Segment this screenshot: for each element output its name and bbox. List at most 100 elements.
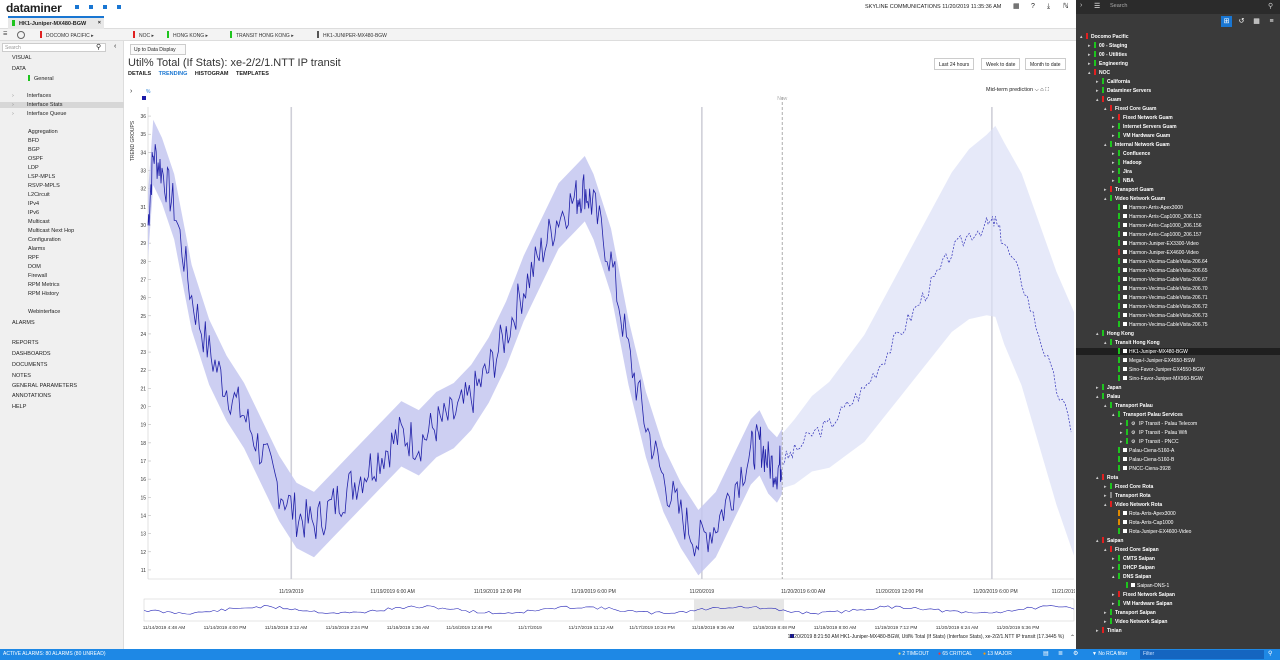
list-icon[interactable]: ≡	[1266, 16, 1277, 27]
search-icon[interactable]: ⚲	[1268, 650, 1272, 657]
tree-node[interactable]: Harmon-Vecima-CableVista-206.64	[1076, 258, 1280, 265]
tiles-icon[interactable]: ▦	[1251, 16, 1262, 27]
series-legend-marker[interactable]	[142, 96, 146, 100]
tree-node[interactable]: ▴ Guam	[1076, 96, 1280, 103]
close-icon[interactable]: ×	[98, 20, 101, 26]
overview-window[interactable]	[694, 599, 784, 621]
tree-node[interactable]: ▸ Jira	[1076, 168, 1280, 175]
tree-node[interactable]: ▴ Video Network Guam	[1076, 195, 1280, 202]
tree-node[interactable]: ▴ Hong Kong	[1076, 330, 1280, 337]
tree-node[interactable]: ▸ NBA	[1076, 177, 1280, 184]
nav-item-dom[interactable]: DOM	[0, 264, 41, 270]
tree-node[interactable]: Harmon-Vecima-CableVista-206.75	[1076, 321, 1280, 328]
tree-node[interactable]: ▸ Confluence	[1076, 150, 1280, 157]
tree-node[interactable]: ▸ ⚙ IP Transit - Palau Telecom	[1076, 420, 1280, 427]
tree-node[interactable]: Harmon-Juniper-EX3300-Video	[1076, 240, 1280, 247]
critical-count[interactable]: ● 65 CRITICAL	[938, 651, 972, 657]
tree-node[interactable]: ▸ Tinian	[1076, 627, 1280, 634]
tree-node[interactable]: ▸ 00 - Utilities	[1076, 51, 1280, 58]
tree-node[interactable]: Palau-Ciena-5160-B	[1076, 456, 1280, 463]
nav-item-bfd[interactable]: BFD	[0, 138, 39, 144]
breadcrumb-item[interactable]: NOC ▸	[133, 31, 154, 39]
chevron-right-icon[interactable]: ›	[12, 111, 15, 117]
tree-node[interactable]: ▴ Saipan	[1076, 537, 1280, 544]
tree-node[interactable]: ▸ 00 - Staging	[1076, 42, 1280, 49]
nav-item-configuration[interactable]: Configuration	[0, 237, 61, 243]
tree-node[interactable]: Harmon-Arris-Apex3000	[1076, 204, 1280, 211]
tree-node[interactable]: Sino-Favor-Juniper-MX960-BGW	[1076, 375, 1280, 382]
expand-icon[interactable]: ›	[130, 88, 133, 95]
search-icon[interactable]: ⚲	[1268, 2, 1273, 10]
tree-node[interactable]: Rota-Arris-Cap1000	[1076, 519, 1280, 526]
surveyor-search-input[interactable]: Search	[1090, 2, 1276, 12]
nav-item-ldp[interactable]: LDP	[0, 165, 39, 171]
tree-node[interactable]: ▸ DHCP Saipan	[1076, 564, 1280, 571]
tree-node[interactable]: PNCC-Ciena-3928	[1076, 465, 1280, 472]
nav-item-help[interactable]: HELP	[0, 404, 26, 410]
nav-item-l2circuit[interactable]: L2Circuit	[0, 192, 50, 198]
nav-item-rpf[interactable]: RPF	[0, 255, 39, 261]
tree-node[interactable]: Mega-I-Juniper-EX4550-BSW	[1076, 357, 1280, 364]
tree-node[interactable]: ▸ Fixed Network Guam	[1076, 114, 1280, 121]
tree-node[interactable]: ▴ Transport Palau Services	[1076, 411, 1280, 418]
app-switcher-dot[interactable]	[117, 5, 121, 9]
app-switcher-dot[interactable]	[89, 5, 93, 9]
nav-item-multicast[interactable]: Multicast	[0, 219, 50, 225]
tree-node[interactable]: ▸ Transport Saipan	[1076, 609, 1280, 616]
tree-node[interactable]: ▴ Fixed Core Saipan	[1076, 546, 1280, 553]
history-icon[interactable]: ↺	[1236, 16, 1247, 27]
tree-node[interactable]: Harmon-Vecima-CableVista-206.70	[1076, 285, 1280, 292]
alarm-filter-input[interactable]: Filter	[1140, 650, 1264, 659]
tree-node[interactable]: ▴ Internal Network Guam	[1076, 141, 1280, 148]
tree-node[interactable]: Harmon-Vecima-CableVista-206.73	[1076, 312, 1280, 319]
tree-node[interactable]: Harmon-Vecima-CableVista-206.67	[1076, 276, 1280, 283]
tree-node[interactable]: Harmon-Vecima-CableVista-206.65	[1076, 267, 1280, 274]
tree-node[interactable]: Harmon-Arris-Cap1000_206.156	[1076, 222, 1280, 229]
tree-node[interactable]: ▸ Engineering	[1076, 60, 1280, 67]
app-switcher-dot[interactable]	[103, 5, 107, 9]
tree-node[interactable]: ▴ Palau	[1076, 393, 1280, 400]
tree-node[interactable]: Rota-Arris-Apex3000	[1076, 510, 1280, 517]
app-switcher-dot[interactable]	[75, 5, 79, 9]
collapse-icon[interactable]: ‹	[114, 43, 116, 50]
tree-node[interactable]: HK1-Juniper-MX480-BGW	[1076, 348, 1280, 355]
tree-node[interactable]: Harmon-Arris-Cap1000_206.157	[1076, 231, 1280, 238]
tree-view-icon[interactable]: ⊞	[1221, 16, 1232, 27]
nav-item-firewall[interactable]: Firewall	[0, 273, 47, 279]
tree-node[interactable]: ▸ VM Hardware Saipan	[1076, 600, 1280, 607]
trend-chart[interactable]: TREND GROUPS% › 11 12 13 14 15 16 17 18 19 20 21 22 23…	[124, 41, 1075, 649]
nav-item-interface-queue[interactable]: › Interface Queue	[0, 111, 66, 117]
tree-node[interactable]: ▴ Transport Palau	[1076, 402, 1280, 409]
tree-node[interactable]: ▴ Transit Hong Kong	[1076, 339, 1280, 346]
back-icon[interactable]	[17, 31, 25, 39]
settings-icon[interactable]: ⚙	[1073, 650, 1078, 657]
tree-node[interactable]: ▸ ⚙ IP Transit - PNCC	[1076, 438, 1280, 445]
breadcrumb-item[interactable]: DOCOMO PACIFIC ▸	[40, 31, 94, 39]
tree-node[interactable]: ▸ Transport Guam	[1076, 186, 1280, 193]
nav-item-ipv4[interactable]: IPv4	[0, 201, 39, 207]
tree-node[interactable]: ▸ Hadoop	[1076, 159, 1280, 166]
nav-item-multicast-next-hop[interactable]: Multicast Next Hop	[0, 228, 74, 234]
breadcrumb-item[interactable]: HONG KONG ▸	[167, 31, 208, 39]
filter-icon[interactable]: ≣	[1058, 650, 1063, 657]
tree-node[interactable]: ▸ Transport Rota	[1076, 492, 1280, 499]
tree-node[interactable]: ▴ Fixed Core Guam	[1076, 105, 1280, 112]
nav-item-bgp[interactable]: BGP	[0, 147, 40, 153]
nav-item-reports[interactable]: REPORTS	[0, 340, 39, 346]
tree-node[interactable]: ▴ Video Network Rota	[1076, 501, 1280, 508]
expand-icon[interactable]: ›	[1080, 2, 1082, 9]
search-icon[interactable]: ⚲	[96, 43, 101, 51]
nav-item-dashboards[interactable]: DASHBOARDS	[0, 351, 51, 357]
overview-strip[interactable]	[143, 598, 1075, 622]
timeout-count[interactable]: ● 2 TIMEOUT	[898, 651, 929, 657]
tree-node[interactable]: Harmon-Arris-Cap1000_206.152	[1076, 213, 1280, 220]
nav-item-documents[interactable]: DOCUMENTS	[0, 362, 47, 368]
nav-item-webinterface[interactable]: Webinterface	[0, 309, 60, 315]
nav-item-notes[interactable]: NOTES	[0, 373, 31, 379]
chevron-right-icon[interactable]: ›	[12, 93, 15, 99]
tree-node[interactable]: ▴ DNS Saipan	[1076, 573, 1280, 580]
rca-filter[interactable]: ▼ No RCA filter	[1092, 651, 1127, 657]
nav-item-alarms[interactable]: Alarms	[0, 246, 45, 252]
nav-item-rpm-metrics[interactable]: RPM Metrics	[0, 282, 59, 288]
breadcrumb-item[interactable]: TRANSIT HONG KONG ▸	[230, 31, 294, 39]
